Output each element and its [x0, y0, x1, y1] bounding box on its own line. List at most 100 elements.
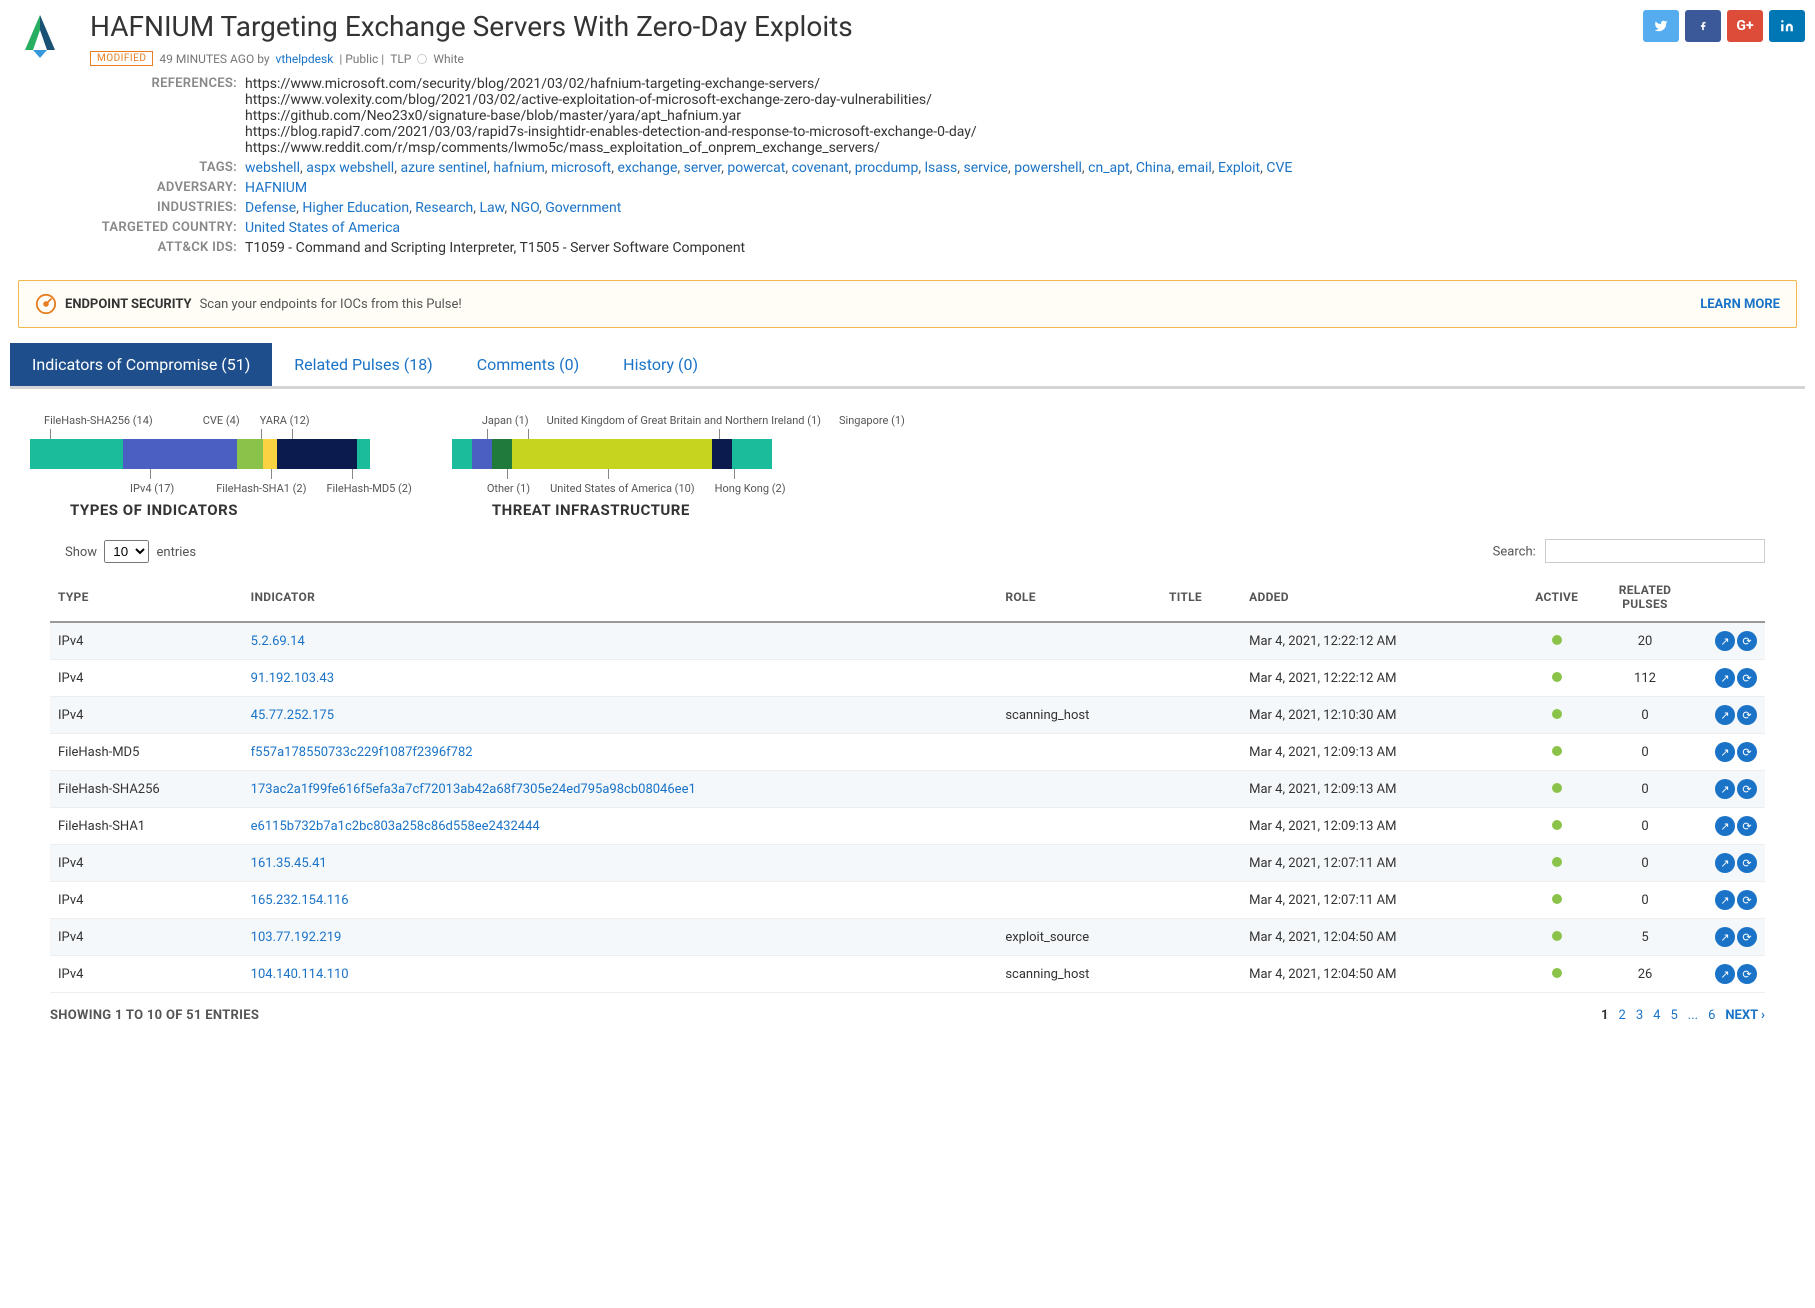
- tag-link[interactable]: microsoft: [551, 160, 611, 176]
- tag-link[interactable]: exchange: [617, 160, 677, 176]
- tab[interactable]: History (0): [601, 343, 720, 386]
- tag-link[interactable]: powershell: [1014, 160, 1082, 176]
- reference-link: https://blog.rapid7.com/2021/03/03/rapid…: [245, 124, 1805, 140]
- cell-type: FileHash-MD5: [50, 734, 243, 771]
- tag-link[interactable]: server: [684, 160, 722, 176]
- page-link[interactable]: 3: [1636, 1008, 1643, 1023]
- indicator-link[interactable]: 173ac2a1f99fe616f5efa3a7cf72013ab42a68f7…: [251, 782, 696, 797]
- indicator-link[interactable]: 91.192.103.43: [251, 671, 334, 686]
- refresh-icon[interactable]: ⟳: [1737, 927, 1757, 947]
- country-link[interactable]: United States of America: [245, 220, 400, 236]
- page-link[interactable]: 6: [1708, 1008, 1715, 1023]
- col-related[interactable]: RELATED PULSES: [1605, 573, 1685, 622]
- reference-link: https://www.reddit.com/r/msp/comments/lw…: [245, 140, 1805, 156]
- industry-link[interactable]: Research: [415, 200, 473, 216]
- industry-link[interactable]: NGO: [511, 200, 539, 216]
- indicator-link[interactable]: 161.35.45.41: [251, 856, 327, 871]
- tag-link[interactable]: email: [1178, 160, 1212, 176]
- tab[interactable]: Comments (0): [455, 343, 601, 386]
- industry-link[interactable]: Government: [545, 200, 621, 216]
- cell-added: Mar 4, 2021, 12:09:13 AM: [1241, 808, 1508, 845]
- share-icon[interactable]: ↗: [1715, 742, 1735, 762]
- indicator-link[interactable]: e6115b732b7a1c2bc803a258c86d558ee2432444: [251, 819, 540, 834]
- refresh-icon[interactable]: ⟳: [1737, 742, 1757, 762]
- tag-link[interactable]: covenant: [792, 160, 849, 176]
- tag-link[interactable]: procdump: [855, 160, 919, 176]
- col-title[interactable]: TITLE: [1161, 573, 1241, 622]
- cell-related: 0: [1605, 771, 1685, 808]
- refresh-icon[interactable]: ⟳: [1737, 779, 1757, 799]
- refresh-icon[interactable]: ⟳: [1737, 890, 1757, 910]
- tag-link[interactable]: powercat: [727, 160, 785, 176]
- cell-role: [997, 882, 1161, 919]
- page-link[interactable]: 1: [1601, 1008, 1608, 1023]
- indicator-link[interactable]: 103.77.192.219: [251, 930, 342, 945]
- entries-select[interactable]: 10: [104, 540, 149, 563]
- radar-icon: [35, 293, 57, 315]
- cell-related: 0: [1605, 697, 1685, 734]
- cell-related: 5: [1605, 919, 1685, 956]
- share-icon[interactable]: ↗: [1715, 705, 1735, 725]
- author-link[interactable]: vthelpdesk: [276, 52, 334, 66]
- indicator-link[interactable]: 5.2.69.14: [251, 634, 305, 649]
- share-icon[interactable]: ↗: [1715, 631, 1735, 651]
- next-button[interactable]: NEXT ›: [1725, 1008, 1765, 1023]
- google-share-button[interactable]: G+: [1727, 10, 1763, 42]
- tag-link[interactable]: hafnium: [493, 160, 544, 176]
- page-link[interactable]: 5: [1670, 1008, 1677, 1023]
- col-active[interactable]: ACTIVE: [1508, 573, 1605, 622]
- industries-list: Defense, Higher Education, Research, Law…: [245, 200, 1805, 216]
- chart1-top-1: CVE (4): [153, 414, 240, 427]
- active-dot-icon: [1552, 931, 1562, 941]
- share-icon[interactable]: ↗: [1715, 964, 1735, 984]
- share-icon[interactable]: ↗: [1715, 668, 1735, 688]
- tag-link[interactable]: Exploit: [1218, 160, 1260, 176]
- refresh-icon[interactable]: ⟳: [1737, 816, 1757, 836]
- share-icon[interactable]: ↗: [1715, 853, 1735, 873]
- refresh-icon[interactable]: ⟳: [1737, 631, 1757, 651]
- tag-link[interactable]: aspx webshell: [306, 160, 394, 176]
- col-role[interactable]: ROLE: [997, 573, 1161, 622]
- col-indicator[interactable]: INDICATOR: [243, 573, 998, 622]
- refresh-icon[interactable]: ⟳: [1737, 964, 1757, 984]
- table-row: IPv4 5.2.69.14 Mar 4, 2021, 12:22:12 AM …: [50, 622, 1765, 660]
- col-type[interactable]: TYPE: [50, 573, 243, 622]
- share-icon[interactable]: ↗: [1715, 890, 1735, 910]
- pagination: 12345...6NEXT ›: [1601, 1008, 1765, 1023]
- indicator-link[interactable]: 45.77.252.175: [251, 708, 334, 723]
- indicator-link[interactable]: 104.140.114.110: [251, 967, 349, 982]
- page-link[interactable]: 2: [1619, 1008, 1626, 1023]
- learn-more-link[interactable]: LEARN MORE: [1700, 297, 1780, 312]
- cell-added: Mar 4, 2021, 12:10:30 AM: [1241, 697, 1508, 734]
- country-label: TARGETED COUNTRY:: [90, 220, 245, 236]
- tag-link[interactable]: China: [1136, 160, 1172, 176]
- industry-link[interactable]: Law: [480, 200, 505, 216]
- tag-link[interactable]: webshell: [245, 160, 300, 176]
- tag-link[interactable]: CVE: [1266, 160, 1292, 176]
- industry-link[interactable]: Defense: [245, 200, 296, 216]
- tab[interactable]: Related Pulses (18): [272, 343, 454, 386]
- adversary-link[interactable]: HAFNIUM: [245, 180, 307, 196]
- share-icon[interactable]: ↗: [1715, 816, 1735, 836]
- industry-link[interactable]: Higher Education: [302, 200, 409, 216]
- tab[interactable]: Indicators of Compromise (51): [10, 343, 272, 386]
- share-icon[interactable]: ↗: [1715, 927, 1735, 947]
- indicator-link[interactable]: f557a178550733c229f1087f2396f782: [251, 745, 473, 760]
- search-input[interactable]: [1545, 539, 1765, 563]
- col-added[interactable]: ADDED: [1241, 573, 1508, 622]
- indicator-link[interactable]: 165.232.154.116: [251, 893, 349, 908]
- facebook-share-button[interactable]: [1685, 10, 1721, 42]
- tag-link[interactable]: cn_apt: [1088, 160, 1129, 176]
- tag-link[interactable]: lsass: [925, 160, 958, 176]
- chart2-bottom-0: Other (1): [452, 482, 530, 495]
- refresh-icon[interactable]: ⟳: [1737, 668, 1757, 688]
- twitter-share-button[interactable]: [1643, 10, 1679, 42]
- tag-link[interactable]: service: [964, 160, 1008, 176]
- tag-link[interactable]: azure sentinel: [400, 160, 487, 176]
- cell-title: [1161, 734, 1241, 771]
- share-icon[interactable]: ↗: [1715, 779, 1735, 799]
- refresh-icon[interactable]: ⟳: [1737, 705, 1757, 725]
- page-link[interactable]: 4: [1653, 1008, 1660, 1023]
- linkedin-share-button[interactable]: [1769, 10, 1805, 42]
- refresh-icon[interactable]: ⟳: [1737, 853, 1757, 873]
